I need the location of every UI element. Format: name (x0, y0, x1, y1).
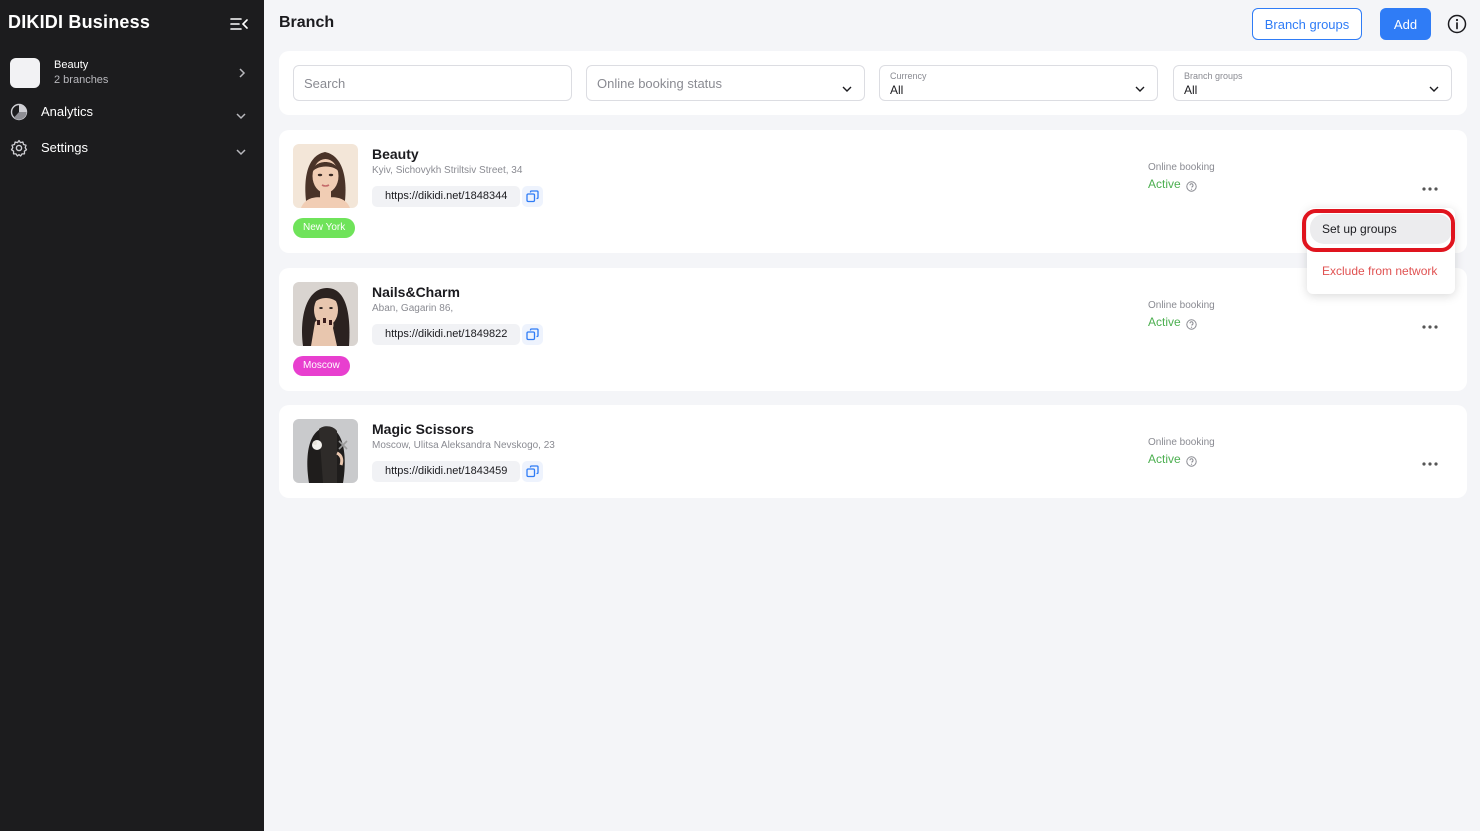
sidebar-item-analytics[interactable]: Analytics (10, 101, 250, 123)
branch-address: Kyiv, Sichovykh Striltsiv Street, 34 (372, 165, 523, 176)
sidebar-item-label: Analytics (41, 104, 94, 119)
branch-group-tag: Moscow (293, 356, 350, 376)
chevron-down-icon (842, 80, 852, 98)
branch-groups-button[interactable]: Branch groups (1252, 8, 1362, 40)
currency-select[interactable]: Currency All (879, 65, 1158, 101)
chevron-down-icon (236, 107, 246, 125)
filters-panel: Online booking status Currency All Branc… (279, 51, 1467, 115)
set-up-groups-menu-item[interactable]: Set up groups (1310, 214, 1452, 244)
branch-address: Aban, Gagarin 86, (372, 303, 454, 314)
pie-chart-icon (10, 103, 28, 121)
branch-group-tag: New York (293, 218, 356, 238)
sidebar: DIKIDI Business Beauty 2 branches Analyt… (0, 0, 264, 831)
branch-name: Beauty (372, 146, 419, 162)
gear-icon (10, 139, 28, 157)
search-input[interactable] (294, 66, 571, 100)
more-options-icon[interactable] (1419, 457, 1441, 469)
help-icon[interactable] (1186, 179, 1197, 192)
branch-context-menu: Set up groups Exclude from network (1307, 208, 1455, 294)
branch-groups-label: Branch groups (1184, 71, 1243, 81)
search-field[interactable] (293, 65, 572, 101)
chevron-down-icon (1135, 80, 1145, 98)
branch-link[interactable]: https://dikidi.net/1843459 (372, 461, 521, 482)
account-avatar (10, 58, 40, 88)
online-booking-label: Online booking (1148, 162, 1215, 173)
account-name: Beauty (54, 59, 89, 71)
copy-icon (526, 328, 539, 341)
copy-icon (526, 190, 539, 203)
online-booking-label: Online booking (1148, 300, 1215, 311)
branch-groups-value: All (1184, 83, 1198, 97)
online-booking-label: Online booking (1148, 437, 1215, 448)
help-icon[interactable] (1186, 317, 1197, 330)
sidebar-item-settings[interactable]: Settings (10, 137, 250, 159)
copy-link-button[interactable] (522, 324, 543, 345)
copy-link-button[interactable] (522, 461, 543, 482)
online-booking-status: Active (1148, 177, 1181, 191)
more-options-icon[interactable] (1419, 320, 1441, 332)
copy-link-button[interactable] (522, 186, 543, 207)
account-branches-count: 2 branches (54, 74, 109, 86)
online-booking-status: Active (1148, 452, 1181, 466)
chevron-down-icon (1429, 80, 1439, 98)
page-title: Branch (279, 14, 335, 31)
branch-name: Nails&Charm (372, 284, 460, 300)
currency-label: Currency (890, 71, 927, 81)
account-switcher[interactable]: Beauty 2 branches (10, 56, 254, 90)
online-booking-status-placeholder: Online booking status (597, 76, 723, 91)
chevron-right-icon (238, 66, 246, 84)
collapse-sidebar-icon[interactable] (230, 16, 248, 32)
branch-card[interactable]: Magic Scissors Moscow, Ulitsa Aleksandra… (279, 405, 1467, 498)
brand-logo-text: DIKIDI Business (8, 12, 151, 32)
branch-address: Moscow, Ulitsa Aleksandra Nevskogo, 23 (372, 440, 555, 451)
sidebar-item-label: Settings (41, 140, 88, 155)
online-booking-status: Active (1148, 315, 1181, 329)
branch-photo (293, 144, 358, 208)
add-button[interactable]: Add (1380, 8, 1431, 40)
branch-photo (293, 419, 358, 483)
branch-groups-select[interactable]: Branch groups All (1173, 65, 1452, 101)
branch-name: Magic Scissors (372, 421, 474, 437)
branch-link[interactable]: https://dikidi.net/1848344 (372, 186, 521, 207)
help-icon[interactable] (1186, 454, 1197, 467)
chevron-down-icon (236, 143, 246, 161)
copy-icon (526, 465, 539, 478)
info-icon[interactable] (1447, 14, 1467, 34)
branch-card[interactable]: Moscow Nails&Charm Aban, Gagarin 86, htt… (279, 268, 1467, 391)
branch-photo (293, 282, 358, 346)
more-options-icon[interactable] (1419, 182, 1441, 194)
online-booking-status-select[interactable]: Online booking status (586, 65, 865, 101)
branch-link[interactable]: https://dikidi.net/1849822 (372, 324, 521, 345)
exclude-from-network-menu-item[interactable]: Exclude from network (1307, 256, 1455, 286)
currency-value: All (890, 83, 904, 97)
branch-card[interactable]: New York Beauty Kyiv, Sichovykh Striltsi… (279, 130, 1467, 253)
